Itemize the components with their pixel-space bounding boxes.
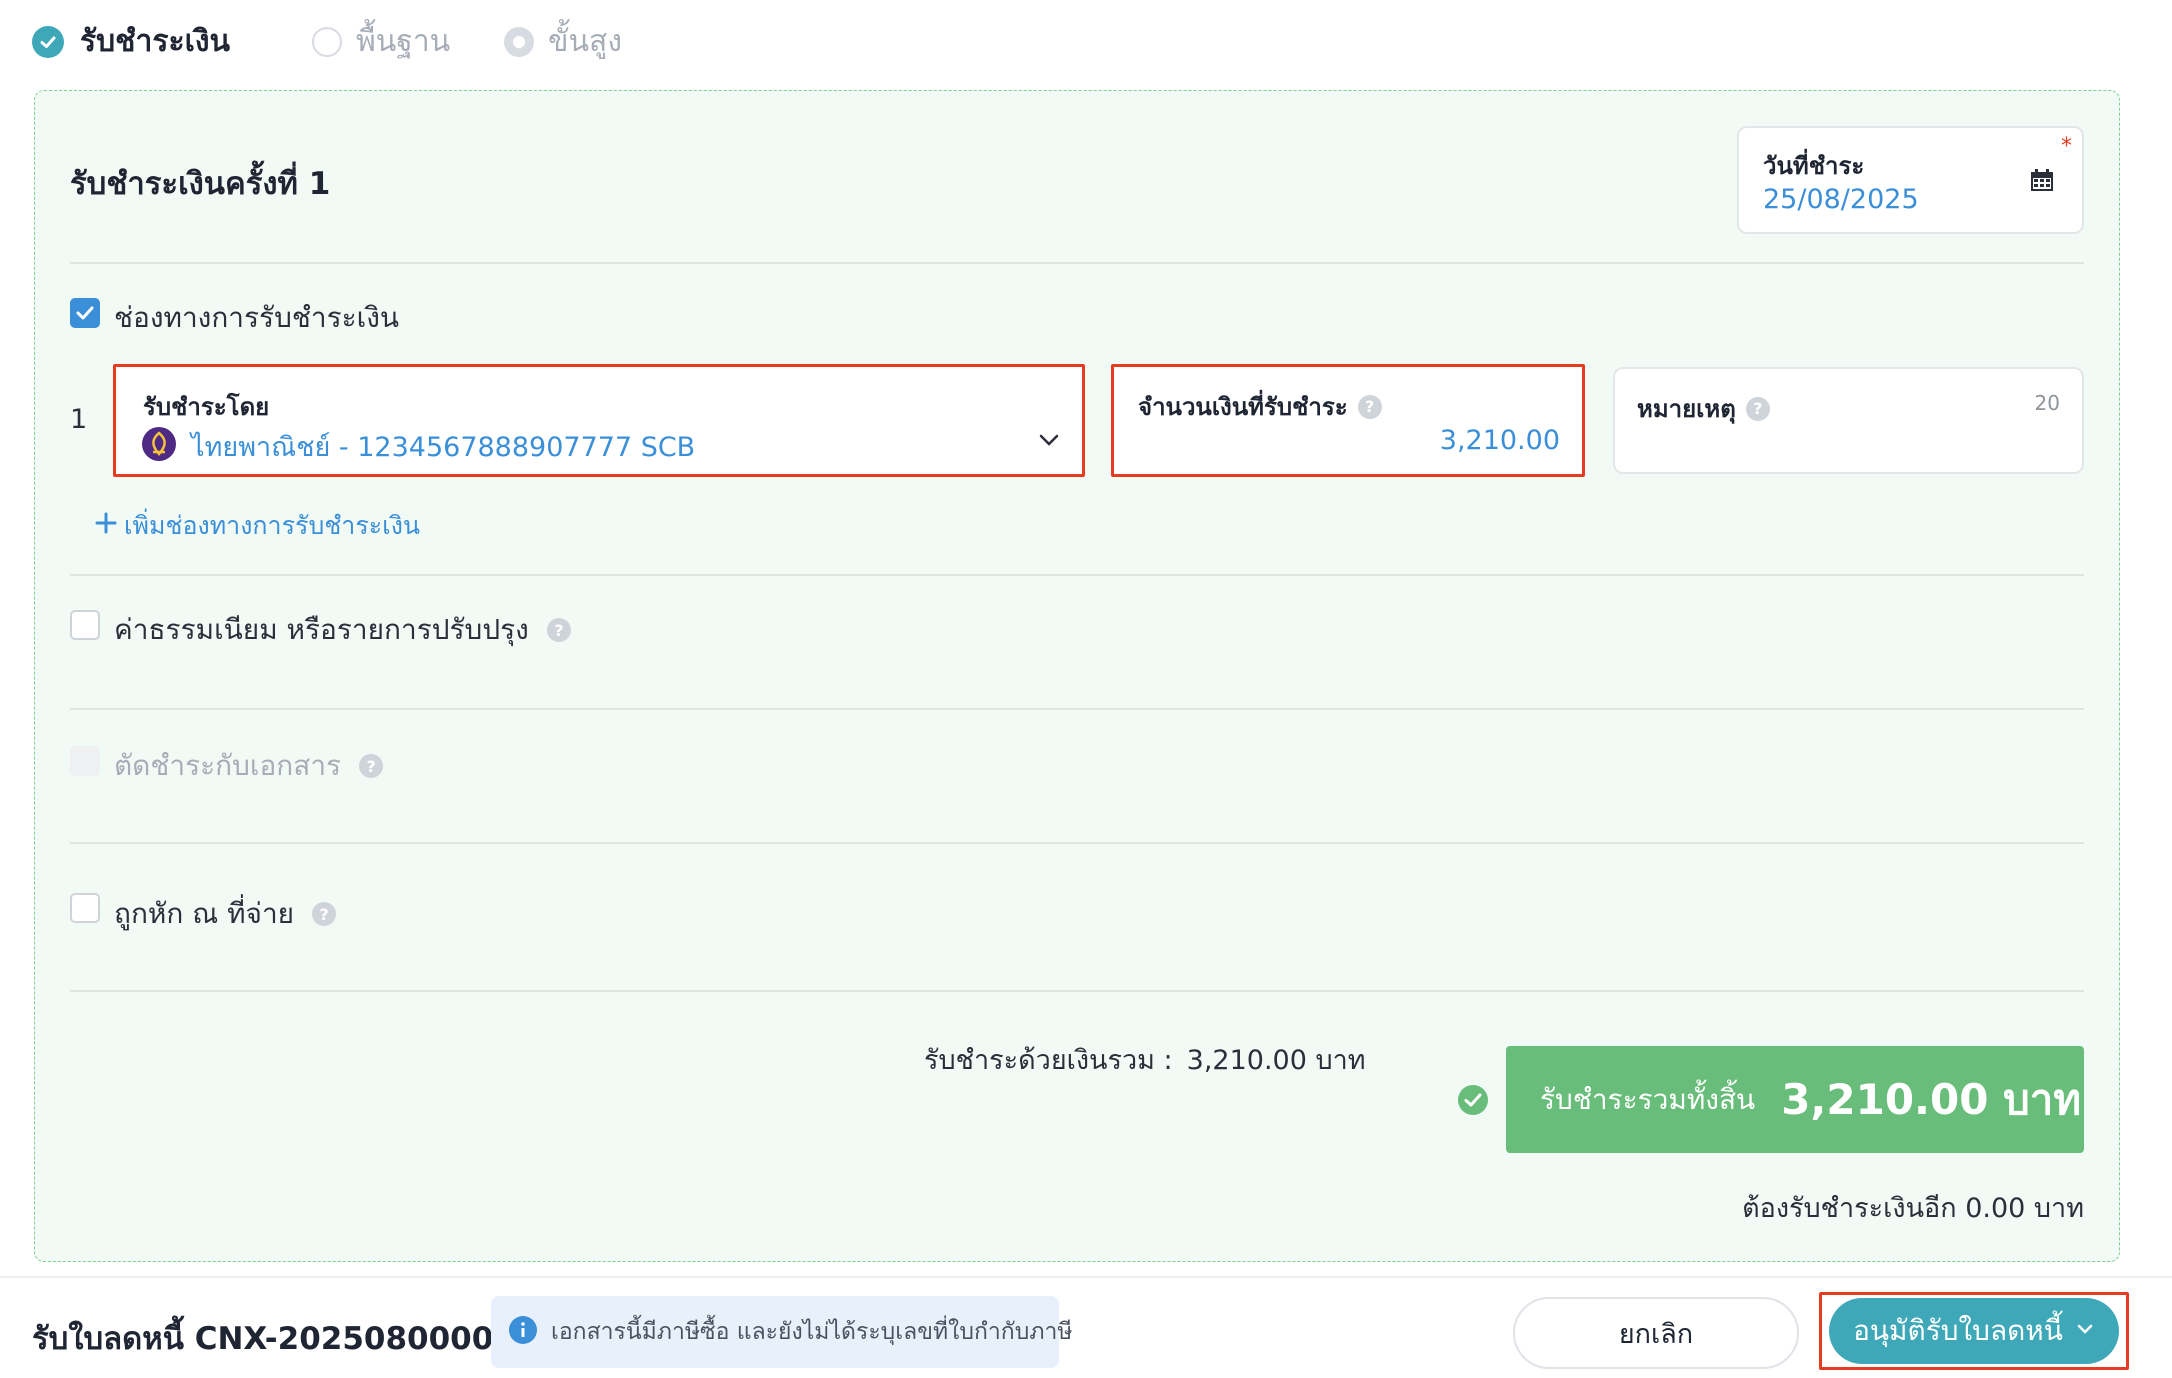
chevron-down-icon[interactable] (1038, 429, 1060, 455)
bank-logo-icon (142, 427, 176, 465)
chevron-down-icon (2075, 1319, 2095, 1343)
payment-date-field[interactable]: วันที่ชำระ * 25/08/2025 (1737, 126, 2084, 234)
total-line-value: 3,210.00 บาท (1186, 1045, 1366, 1076)
divider (70, 262, 2084, 264)
fee-label: ค่าธรรมเนียม หรือรายการปรับปรุง (114, 613, 529, 646)
mode-advanced[interactable]: ขั้นสูง (504, 18, 622, 65)
help-icon[interactable]: ? (1745, 396, 1770, 421)
amount-value: 3,210.00 (1439, 425, 1560, 456)
mode-basic-label: พื้นฐาน (356, 24, 451, 59)
cancel-label: ยกเลิก (1618, 1318, 1694, 1350)
info-text: เอกสารนี้มีภาษีซื้อ และยังไม่ได้ระบุเลขท… (551, 1319, 1073, 1345)
info-banner: เอกสารนี้มีภาษีซื้อ และยังไม่ได้ระบุเลขท… (491, 1296, 1073, 1368)
plus-icon (94, 511, 118, 541)
amount-field[interactable]: จำนวนเงินที่รับชำระ ? 3,210.00 (1111, 364, 1585, 477)
total-line-label: รับชำระด้วยเงินรวม : (924, 1045, 1173, 1076)
remaining-amount: ต้องรับชำระเงินอีก 0.00 บาท (1742, 1193, 2084, 1224)
help-icon[interactable]: ? (1357, 394, 1382, 419)
offset-row: ตัดชำระกับเอกสาร ? (114, 744, 384, 788)
grand-total-value: 3,210.00 บาท (1781, 1074, 2082, 1124)
check-circle-icon (1458, 1085, 1488, 1119)
mode-receive[interactable]: รับชำระเงิน (32, 18, 230, 65)
note-field[interactable]: หมายเหตุ ? 20 (1613, 367, 2084, 474)
mode-basic[interactable]: พื้นฐาน (312, 18, 450, 65)
approve-button[interactable]: อนุมัติรับใบลดหนี้ (1829, 1298, 2119, 1364)
divider (70, 574, 2084, 576)
channel-checkbox-label: ช่องทางการรับชำระเงิน (114, 301, 400, 334)
grand-total-label: รับชำระรวมทั้งสิ้น (1540, 1082, 1756, 1116)
channel-checkbox[interactable] (70, 298, 100, 328)
grand-total-box: รับชำระรวมทั้งสิ้น 3,210.00 บาท (1506, 1046, 2084, 1153)
add-channel-button[interactable]: เพิ่มช่องทางการรับชำระเงิน (94, 506, 420, 546)
divider (70, 708, 2084, 710)
withholding-row: ถูกหัก ณ ที่จ่าย ? (114, 892, 337, 936)
add-channel-label: เพิ่มช่องทางการรับชำระเงิน (124, 511, 421, 540)
divider (70, 990, 2084, 992)
fee-row: ค่าธรรมเนียม หรือรายการปรับปรุง ? (114, 608, 571, 652)
method-value: ไทยพาณิชย์ - 1234567888907777 SCB (191, 432, 696, 463)
check-circle-icon (32, 25, 64, 58)
amount-label-row: จำนวนเงินที่รับชำระ ? (1138, 387, 1382, 426)
radio-icon (312, 26, 342, 57)
help-icon[interactable]: ? (546, 618, 571, 642)
radio-icon (504, 26, 534, 57)
offset-checkbox (70, 746, 100, 776)
payment-method-select[interactable]: รับชำระโดย ไทยพาณิชย์ - 1234567888907777… (113, 364, 1085, 477)
note-char-counter: 20 (2034, 391, 2060, 415)
cancel-button[interactable]: ยกเลิก (1513, 1297, 1799, 1369)
mode-receive-label: รับชำระเงิน (80, 24, 230, 59)
withholding-label: ถูกหัก ณ ที่จ่าย (114, 897, 295, 930)
fee-checkbox[interactable] (70, 610, 100, 640)
required-mark: * (2061, 134, 2072, 159)
withholding-checkbox[interactable] (70, 893, 100, 923)
row-index: 1 (70, 404, 88, 435)
help-icon[interactable]: ? (359, 754, 384, 778)
offset-label: ตัดชำระกับเอกสาร (114, 749, 342, 782)
divider (70, 842, 2084, 844)
document-title: รับใบลดหนี้ CNX-20250800004 (32, 1321, 515, 1357)
mode-advanced-label: ขั้นสูง (548, 24, 622, 59)
note-label-row: หมายเหตุ ? (1637, 389, 1770, 428)
note-label: หมายเหตุ (1637, 395, 1736, 423)
total-line: รับชำระด้วยเงินรวม : 3,210.00 บาท (924, 1038, 1366, 1081)
date-label: วันที่ชำระ (1763, 152, 1865, 180)
section-title: รับชำระเงินครั้งที่ 1 (70, 166, 331, 202)
method-label: รับชำระโดย (143, 393, 270, 421)
amount-label: จำนวนเงินที่รับชำระ (1138, 393, 1348, 421)
date-value: 25/08/2025 (1763, 184, 1919, 215)
help-icon[interactable]: ? (312, 902, 337, 926)
calendar-icon[interactable] (2030, 168, 2054, 196)
info-icon (509, 1316, 537, 1348)
approve-label: อนุมัติรับใบลดหนี้ (1853, 1314, 2063, 1347)
